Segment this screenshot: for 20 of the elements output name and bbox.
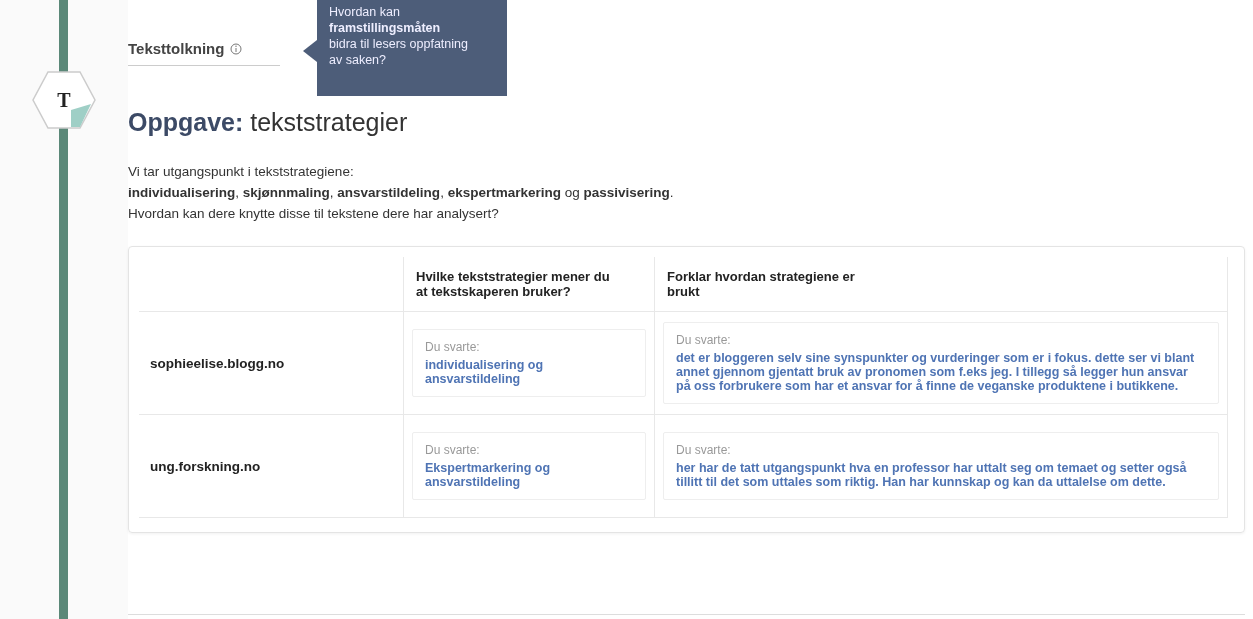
answer-text: Ekspertmarkering og ansvarstildeling bbox=[425, 461, 552, 489]
source-name: ung.forskning.no bbox=[149, 458, 262, 474]
answer-label: Du svarte: bbox=[676, 333, 732, 347]
intro-text: Hvordan kan dere knytte disse til tekstene dere har analysert? bbox=[128, 205, 500, 223]
source-name: sophieelise.blogg.no bbox=[149, 355, 286, 371]
answer-text: individualisering og ansvarstildeling bbox=[425, 358, 545, 386]
column-header: Forklar hvordan strategiene er brukt bbox=[667, 269, 856, 299]
tooltip: Hvordan kan framstillingsmåten bidra til lesers oppfatning av saken? bbox=[317, 0, 507, 96]
column-header: Hvilke tekststrategier mener du at tekstskaperen bruker? bbox=[416, 269, 611, 299]
intro-text: individualisering, skjønnmaling, ansvarstildeling, ekspertmarkering og passivisering. bbox=[128, 184, 675, 202]
info-icon[interactable] bbox=[230, 42, 243, 55]
intro-text: Vi tar utgangspunkt i tekststrategiene: bbox=[128, 163, 355, 181]
section-badge: T bbox=[31, 70, 97, 130]
answer-label: Du svarte: bbox=[676, 443, 732, 457]
answer-text: det er bloggeren selv sine synspunkter og vurderinger som er i fokus. dette ser vi blant annet gjennom gjentatt bruk av pronomen som f.eks jeg. I tillegg så legger hun ansvar på oss forbrukere som har et ansvar for å finne de veganske produktene i butikkene. bbox=[676, 351, 1196, 393]
section-title: Teksttolkning bbox=[128, 40, 225, 57]
answer-label: Du svarte: bbox=[425, 443, 481, 457]
task-heading: Oppgave: tekststrategier bbox=[128, 108, 409, 137]
answer-text: her har de tatt utgangspunkt hva en professor har uttalt seg om temaet og setter også tillitt til det som uttales som riktig. Han har kunnskap og kan da uttalelse om dette. bbox=[676, 461, 1188, 489]
answer-label: Du svarte: bbox=[425, 340, 481, 354]
